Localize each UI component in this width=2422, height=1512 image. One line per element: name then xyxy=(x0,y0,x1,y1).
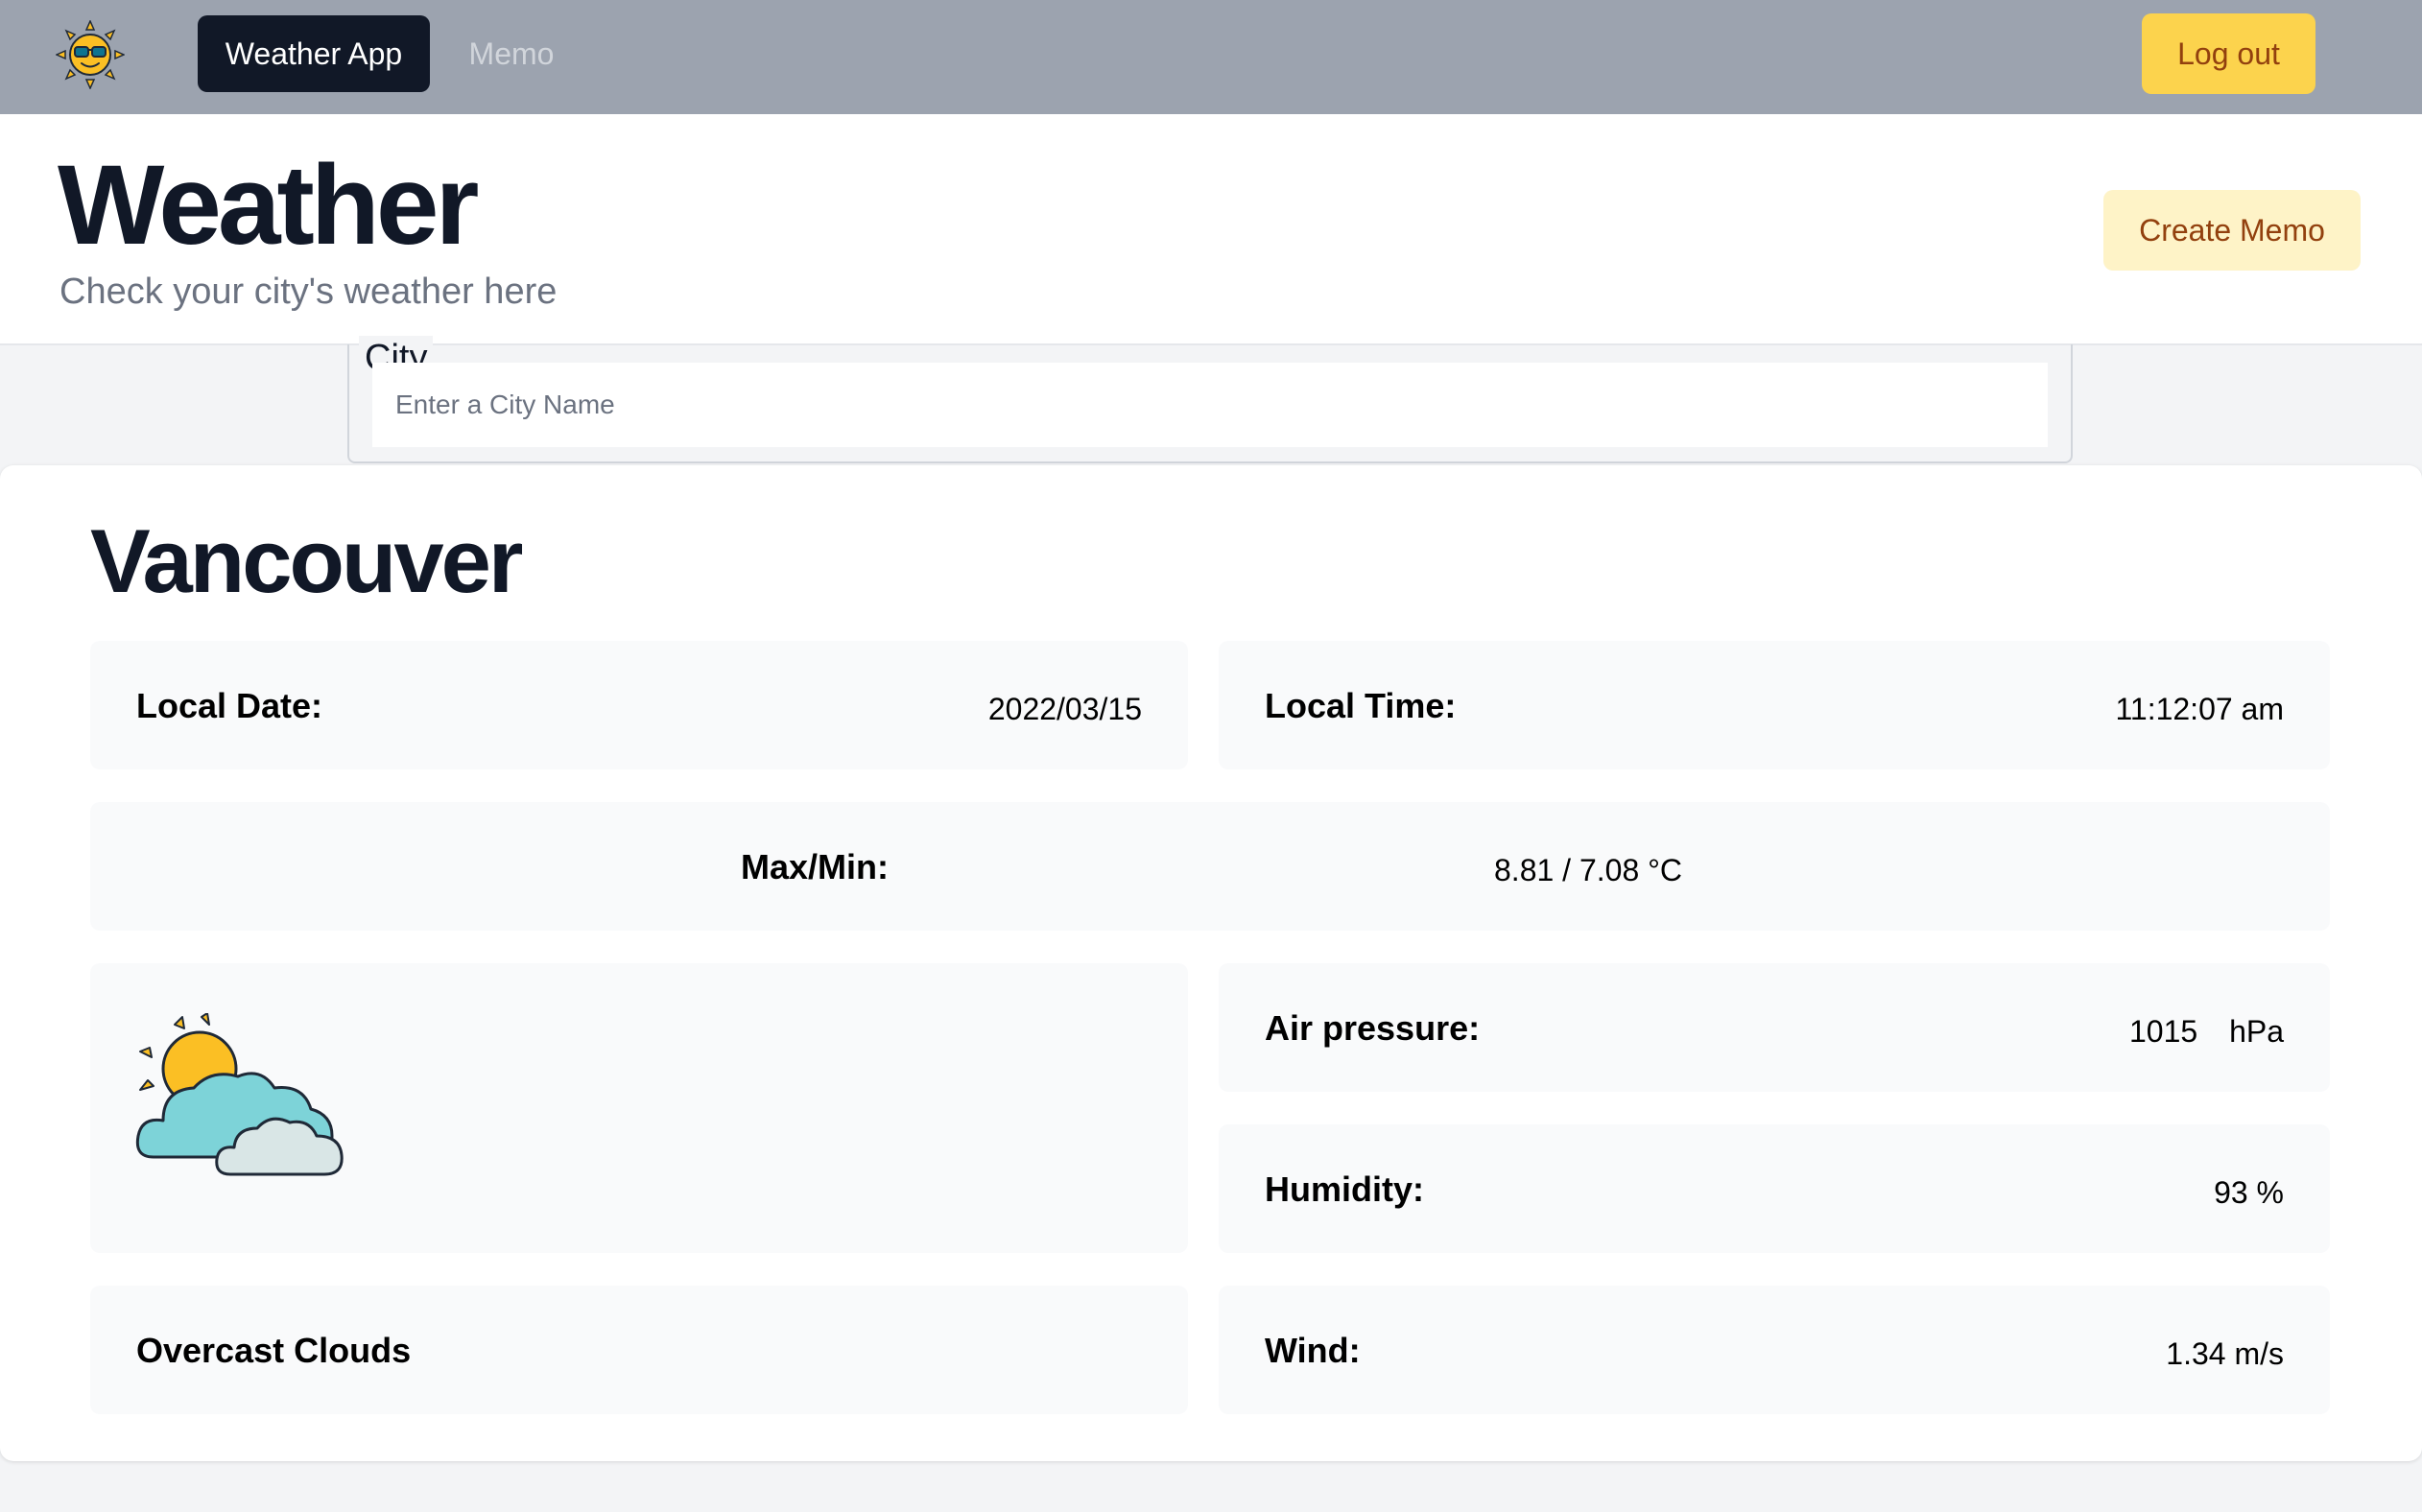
local-date-tile: Local Date: 2022/03/15 xyxy=(90,641,1188,769)
page-header: Weather Check your city's weather here C… xyxy=(0,114,2422,345)
local-time-tile: Local Time: 11:12:07 am xyxy=(1219,641,2330,769)
local-date-label: Local Date: xyxy=(136,686,323,725)
wind-label: Wind: xyxy=(1265,1331,1361,1370)
nav-tab-weather-app[interactable]: Weather App xyxy=(198,15,430,92)
air-pressure-value: 1015 xyxy=(2128,1014,2198,1049)
top-nav: Weather App Memo Log out xyxy=(0,0,2422,114)
humidity-value: 93 % xyxy=(2214,1175,2284,1210)
weather-description: Overcast Clouds xyxy=(136,1331,412,1370)
humidity-label: Humidity: xyxy=(1265,1169,1424,1209)
max-min-value: 8.81 / 7.08 °C xyxy=(1494,853,1683,887)
partly-cloudy-icon xyxy=(135,1013,344,1176)
sun-sunglasses-logo-icon[interactable] xyxy=(56,20,125,89)
wind-value: 1.34 m/s xyxy=(2166,1336,2284,1371)
wind-tile: Wind: 1.34 m/s xyxy=(1219,1286,2330,1414)
page-subtitle: Check your city's weather here xyxy=(59,272,558,312)
max-min-label: Max/Min: xyxy=(741,847,890,886)
air-pressure-label: Air pressure: xyxy=(1265,1008,1481,1048)
local-date-value: 2022/03/15 xyxy=(987,692,1142,726)
logout-button[interactable]: Log out xyxy=(2142,13,2315,94)
weather-description-tile: Overcast Clouds xyxy=(90,1286,1188,1414)
humidity-tile: Humidity: 93 % xyxy=(1219,1124,2330,1253)
local-time-value: 11:12:07 am xyxy=(2115,692,2284,726)
page-title: Weather xyxy=(58,142,479,269)
air-pressure-value-group: 1015 hPa xyxy=(2129,1016,2284,1047)
local-time-label: Local Time: xyxy=(1265,686,1457,725)
create-memo-button[interactable]: Create Memo xyxy=(2103,190,2361,271)
nav-tab-memo[interactable]: Memo xyxy=(451,15,572,92)
max-min-tile: Max/Min: 8.81 / 7.08 °C xyxy=(90,802,2330,931)
city-search-input[interactable] xyxy=(372,363,2048,447)
city-name: Vancouver xyxy=(90,510,523,611)
air-pressure-unit: hPa xyxy=(2229,1014,2284,1049)
air-pressure-tile: Air pressure: 1015 hPa xyxy=(1219,963,2330,1092)
